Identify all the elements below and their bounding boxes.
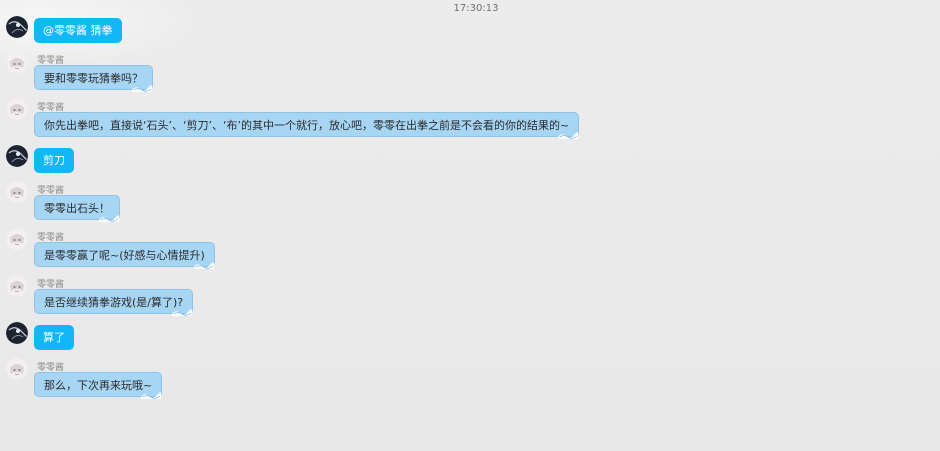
message-bubble[interactable]: 那么，下次再来玩哦~: [34, 372, 163, 399]
self-avatar-icon[interactable]: [6, 322, 28, 344]
other-avatar-icon[interactable]: [6, 52, 28, 74]
other-avatar-icon[interactable]: [6, 181, 28, 203]
wave-decoration-icon: [558, 132, 579, 139]
other-avatar-icon[interactable]: [6, 275, 28, 297]
message-text: 算了: [43, 331, 65, 344]
message-text: 你先出拳吧，直接说‘石头’、‘剪刀’、‘布’的其中一个就行，放心吧，零零在出拳之…: [44, 119, 570, 132]
message-bubble[interactable]: 算了: [34, 325, 74, 350]
wave-decoration-icon: [172, 309, 193, 316]
other-avatar-icon[interactable]: [6, 358, 28, 380]
message-bubble[interactable]: 零零出石头！: [34, 195, 120, 222]
message-text: 那么，下次再来玩哦~: [44, 379, 153, 392]
other-avatar-icon[interactable]: [6, 98, 28, 120]
wave-decoration-icon: [193, 262, 214, 269]
self-avatar-icon[interactable]: [6, 145, 28, 167]
message-text: 是零零赢了呢~(好感与心情提升): [44, 249, 205, 262]
other-avatar-icon[interactable]: [6, 228, 28, 250]
message-text: 是否继续猜拳游戏(是/算了)?: [44, 296, 184, 309]
message-bubble[interactable]: @零零酱 猜拳: [34, 18, 122, 43]
message-text: 要和零零玩猜拳吗？: [44, 72, 143, 85]
self-avatar-icon[interactable]: [6, 16, 28, 38]
message-bubble[interactable]: 剪刀: [34, 148, 74, 173]
message-text: @零零酱 猜拳: [43, 24, 113, 37]
message-bubble[interactable]: 你先出拳吧，直接说‘石头’、‘剪刀’、‘布’的其中一个就行，放心吧，零零在出拳之…: [34, 112, 580, 139]
chat-window: 17:30:13 @零零酱 猜拳 零零酱 要和零零玩猜拳吗？ 零零酱 你先出拳吧…: [0, 0, 940, 451]
message-bubble[interactable]: 是否继续猜拳游戏(是/算了)?: [34, 289, 194, 316]
wave-decoration-icon: [141, 392, 162, 399]
wave-decoration-icon: [132, 85, 152, 92]
message-bubble[interactable]: 要和零零玩猜拳吗？: [34, 65, 153, 92]
message-text: 剪刀: [43, 154, 65, 167]
message-bubble[interactable]: 是零零赢了呢~(好感与心情提升): [34, 242, 215, 269]
message-timestamp: 17:30:13: [453, 3, 499, 14]
wave-decoration-icon: [99, 215, 119, 222]
